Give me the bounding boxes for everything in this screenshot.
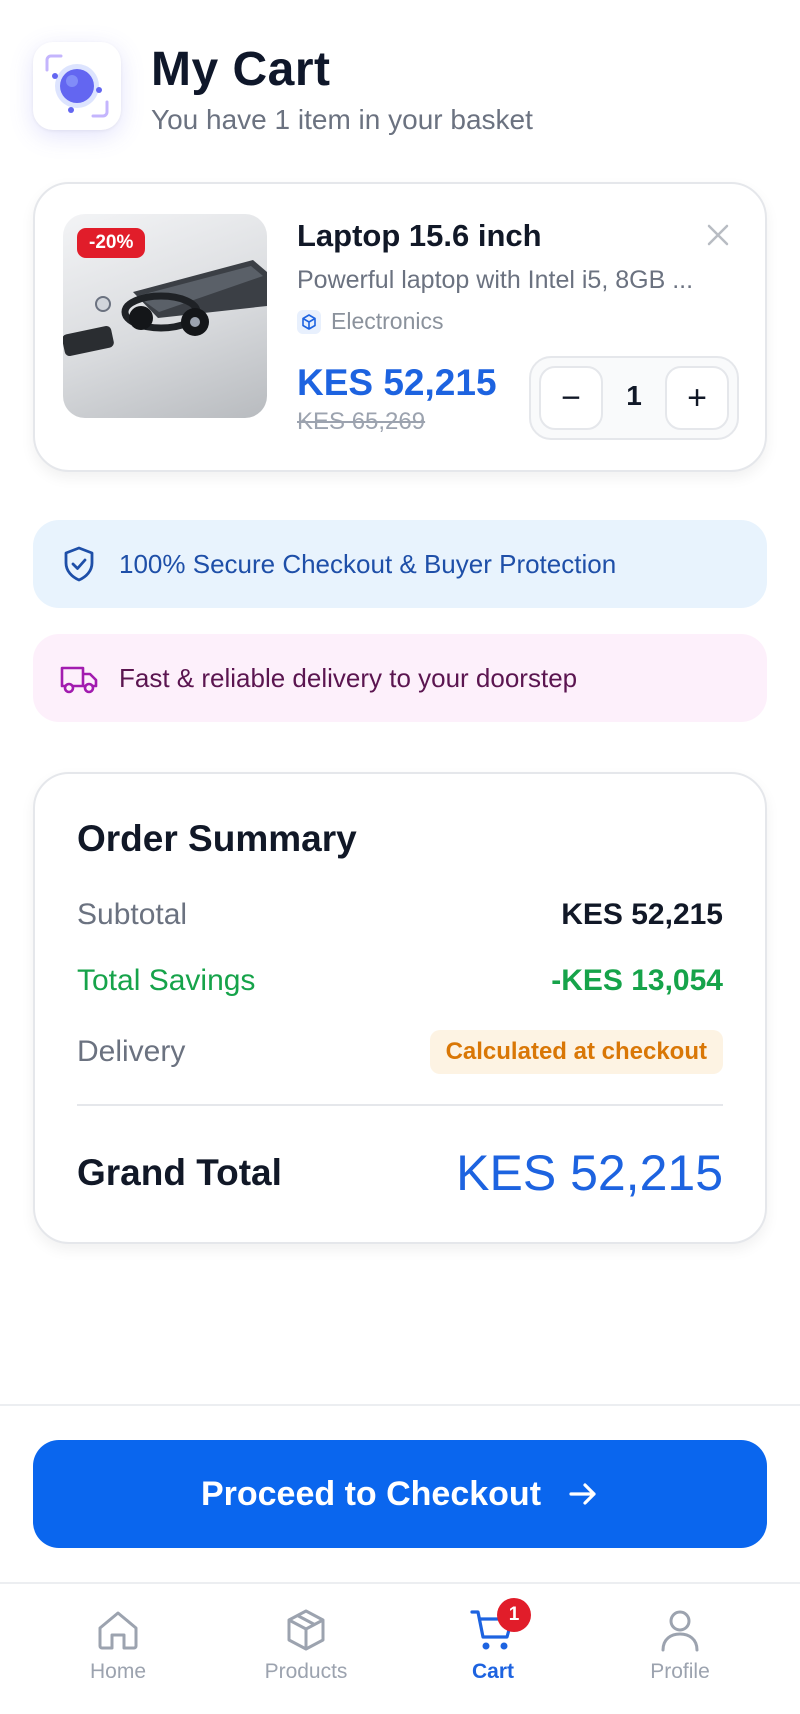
summary-divider [77,1104,723,1106]
product-category: Electronics [297,308,443,335]
savings-value: -KES 13,054 [551,964,723,997]
order-summary-title: Order Summary [77,818,357,859]
remove-item-button[interactable] [705,222,731,248]
delivery-banner: Fast & reliable delivery to your doorste… [33,634,767,722]
delivery-label: Delivery [77,1035,186,1068]
order-summary-card: Order Summary Subtotal KES 52,215 Total … [33,772,767,1244]
logo-icon [45,54,109,118]
cart-item-card: -20% Laptop 15.6 inch Powerful laptop wi… [33,182,767,472]
proceed-to-checkout-button[interactable]: Proceed to Checkout [33,1440,767,1548]
tab-cart-label: Cart [471,1660,514,1683]
page-title: My Cart [151,43,331,96]
delivery-row: Delivery Calculated at checkout [77,1030,723,1074]
subtotal-label: Subtotal [77,898,188,931]
app-logo [33,42,121,130]
delivery-status-badge: Calculated at checkout [429,1030,723,1074]
delivery-text: Fast & reliable delivery to your doorste… [119,662,578,693]
quantity-stepper: − 1 + [529,356,739,440]
box-icon [287,1609,325,1651]
increase-quantity-button[interactable]: + [665,366,729,430]
user-icon [661,1610,699,1652]
arrow-right-icon [569,1483,596,1505]
tab-profile[interactable]: Profile [600,1596,760,1706]
page-subtitle: You have 1 item in your basket [151,104,533,135]
secure-checkout-text: 100% Secure Checkout & Buyer Protection [119,548,617,579]
home-icon [98,1611,138,1650]
subtotal-value: KES 52,215 [561,898,723,931]
footer-divider [0,1404,800,1406]
tab-products[interactable]: Products [226,1596,386,1706]
savings-label: Total Savings [77,964,256,997]
grand-total-label: Grand Total [77,1152,282,1193]
shield-check-icon [64,546,94,582]
cube-icon [297,309,321,334]
secure-checkout-banner: 100% Secure Checkout & Buyer Protection [33,520,767,608]
truck-icon [60,666,98,694]
savings-row: Total Savings -KES 13,054 [77,964,723,998]
close-icon [707,224,729,246]
bottom-tab-bar: Home Products 1 Cart Profile [0,1582,800,1714]
category-label: Electronics [331,308,444,334]
tab-profile-label: Profile [650,1660,710,1683]
product-price: KES 52,215 [297,362,497,403]
tab-home[interactable]: Home [38,1596,198,1706]
grand-total-row: Grand Total KES 52,215 [77,1144,723,1202]
tab-cart[interactable]: 1 Cart [413,1596,573,1706]
discount-badge: -20% [77,228,146,258]
product-description: Powerful laptop with Intel i5, 8GB ... [297,266,694,294]
page-header: My Cart You have 1 item in your basket [33,42,773,142]
subtotal-row: Subtotal KES 52,215 [77,898,723,932]
product-old-price: KES 65,269 [297,408,426,435]
tab-products-label: Products [264,1660,348,1683]
tab-home-label: Home [89,1660,147,1683]
cart-count-badge: 1 [497,1598,531,1632]
checkout-button-label: Proceed to Checkout [200,1474,542,1513]
grand-total-value: KES 52,215 [456,1145,723,1201]
product-name: Laptop 15.6 inch [297,218,542,253]
